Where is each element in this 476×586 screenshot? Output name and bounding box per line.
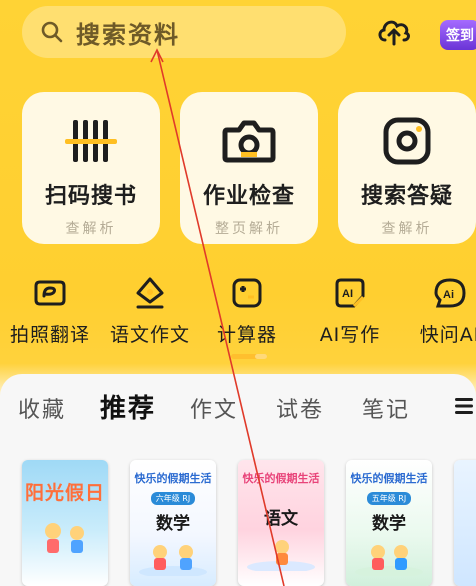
book-cover[interactable] [454, 460, 476, 586]
tab-favorites[interactable]: 收藏 [18, 392, 66, 424]
card-subtitle: 查解析 [65, 221, 117, 237]
signin-button[interactable]: 签到 [440, 20, 476, 50]
ai-writing-icon: AI [335, 278, 365, 308]
menu-icon[interactable] [452, 396, 476, 416]
tool-calculator[interactable]: 计算器 [212, 276, 282, 347]
book-header: 快乐的假期生活 [350, 472, 428, 485]
search-icon [41, 21, 63, 43]
card-subtitle: 查解析 [381, 221, 433, 237]
card-homework-check[interactable]: 作业检查 整页解析 [180, 92, 318, 244]
calculator-icon [232, 278, 262, 308]
book-header: 快乐的假期生活 [134, 472, 212, 485]
book-illustration [355, 545, 423, 576]
tab-exam[interactable]: 试卷 [276, 392, 324, 424]
book-illustration [247, 540, 315, 571]
card-search-answer[interactable]: 搜索答疑 查解析 [338, 92, 476, 244]
svg-text:Ai: Ai [443, 289, 454, 301]
tool-quick-ask-ai[interactable]: Ai 快问AI [410, 276, 476, 347]
tool-label: 语文作文 [109, 324, 190, 346]
book-title: 阳光假日 [24, 482, 105, 504]
book-illustration [45, 523, 84, 553]
card-title: 作业检查 [202, 184, 295, 209]
book-grade: 六年级 RJ [150, 492, 196, 505]
tab-notes[interactable]: 笔记 [362, 392, 410, 424]
cloud-upload-icon[interactable] [376, 14, 412, 48]
card-subtitle: 整页解析 [215, 221, 283, 237]
barcode-scan-icon [65, 120, 117, 162]
book-header: 快乐的假期生活 [242, 472, 320, 485]
search-bar[interactable]: 搜索资料 [22, 6, 346, 58]
tool-chinese-essay[interactable]: 语文作文 [104, 276, 196, 347]
book-subject: 数学 [156, 514, 190, 534]
tool-label: 快问AI [419, 324, 476, 346]
translate-icon [34, 280, 66, 306]
book-cover[interactable]: 快乐的假期生活 语文 [238, 460, 324, 586]
tab-recommended[interactable]: 推荐 [100, 388, 156, 425]
search-placeholder: 搜索资料 [76, 20, 180, 49]
svg-text:AI: AI [342, 288, 353, 300]
card-scan-book[interactable]: 扫码搜书 查解析 [22, 92, 160, 244]
camera-search-icon [383, 117, 431, 165]
tool-photo-translate[interactable]: 拍照翻译 [6, 276, 94, 347]
book-subject: 数学 [372, 514, 406, 534]
tool-ai-writing[interactable]: AI AI写作 [310, 276, 390, 347]
ai-ask-icon: Ai [434, 278, 466, 308]
card-title: 搜索答疑 [360, 184, 453, 209]
tool-label: 计算器 [216, 324, 277, 346]
camera-icon [222, 120, 276, 163]
page-indicator [231, 354, 267, 359]
book-illustration [139, 545, 207, 576]
card-title: 扫码搜书 [44, 184, 137, 209]
book-grade: 五年级 RJ [366, 492, 412, 505]
tab-essay[interactable]: 作文 [190, 392, 238, 424]
book-cover[interactable]: 快乐的假期生活 五年级 RJ 数学 [346, 460, 432, 586]
tool-label: 拍照翻译 [9, 324, 90, 346]
book-subject: 语文 [264, 509, 298, 529]
book-cover[interactable]: 快乐的假期生活 六年级 RJ 数学 [130, 460, 216, 586]
tab-label: 推荐 [100, 394, 157, 424]
essay-icon [136, 277, 164, 309]
book-cover[interactable]: 阳光假日 [22, 460, 108, 586]
tool-label: AI写作 [319, 324, 381, 346]
